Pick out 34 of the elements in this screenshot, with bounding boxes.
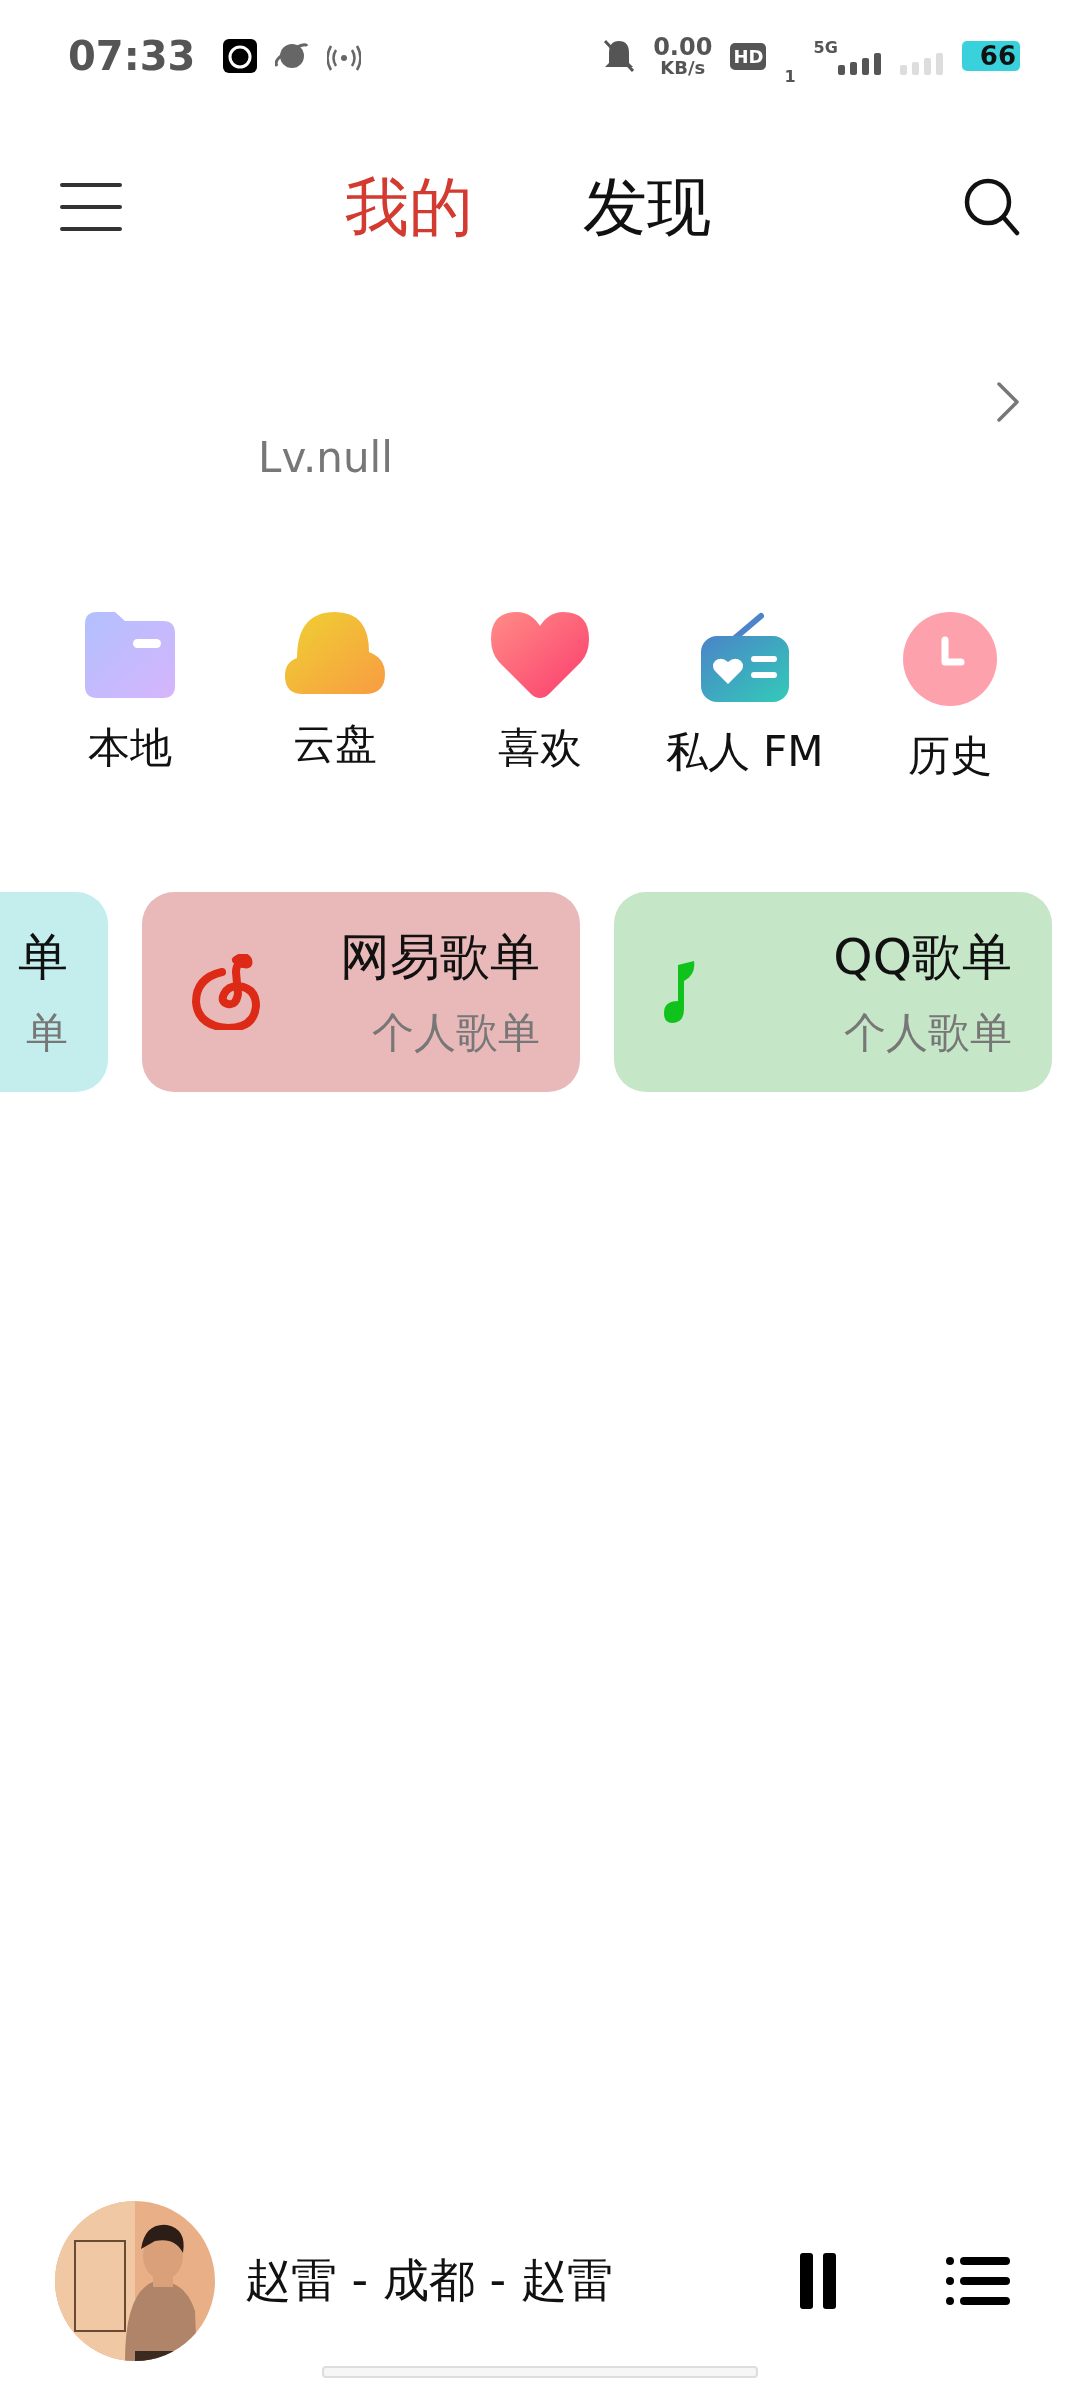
status-time: 07:33 <box>68 33 196 79</box>
shortcut-item[interactable]: 本地 <box>27 612 232 776</box>
shortcut-item[interactable]: 喜欢 <box>437 612 642 776</box>
clock-icon <box>902 612 997 706</box>
chevron-right-icon[interactable] <box>996 381 1020 423</box>
search-button[interactable] <box>964 178 1020 236</box>
sim-number: 1 <box>784 67 796 86</box>
cloud-icon <box>284 612 385 694</box>
signal-weak-icon <box>899 53 944 75</box>
battery-level: 66 <box>961 41 1020 71</box>
menu-button[interactable] <box>60 182 122 232</box>
header-tab[interactable]: 发现 <box>583 163 711 251</box>
app-notification-icon <box>223 39 258 73</box>
shortcut-item[interactable]: 私人 FM <box>642 612 847 780</box>
folder-icon <box>84 612 175 698</box>
network-speed-value: 0.00 <box>653 35 713 59</box>
network-type: 5G <box>813 38 838 57</box>
user-level: Lv.null <box>258 432 393 482</box>
signal-icon <box>837 53 882 75</box>
shortcut-item[interactable]: 历史 <box>847 612 1052 784</box>
now-playing-title[interactable]: 赵雷 - 成都 - 赵雷 <box>245 2250 770 2312</box>
playlist-button[interactable] <box>946 2257 1010 2305</box>
playlist-card[interactable]: 单 单 <box>0 892 108 1092</box>
shortcut-item[interactable]: 云盘 <box>232 612 437 772</box>
playlist-card[interactable]: QQ歌单 个人歌单 <box>614 892 1052 1092</box>
network-speed-unit: KB/s <box>660 59 706 77</box>
header-tab[interactable]: 我的 <box>345 163 473 251</box>
hd-voice-badge: HD <box>730 42 767 70</box>
playlist-card[interactable]: 网易歌单 个人歌单 <box>142 892 580 1092</box>
swirl-logo-icon <box>192 954 262 1030</box>
pause-button[interactable] <box>800 2253 836 2309</box>
radio-icon <box>700 612 789 702</box>
heart-icon <box>490 612 589 698</box>
bell-muted-icon <box>603 39 636 73</box>
